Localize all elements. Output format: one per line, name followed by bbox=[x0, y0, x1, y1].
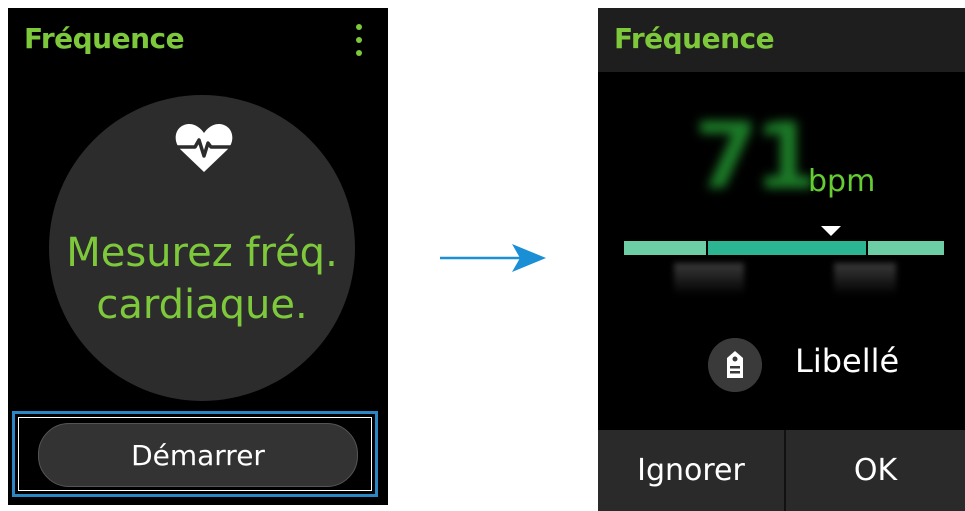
measure-circle: Mesurez fréq. cardiaque. bbox=[49, 95, 355, 401]
scale-segment-normal bbox=[708, 241, 866, 255]
heart-rate-scale bbox=[624, 241, 944, 255]
scale-segment-high bbox=[868, 241, 944, 255]
heart-rate-start-screen: Fréquence Mesurez fréq. cardiaque. Démar… bbox=[8, 8, 388, 505]
prompt-line-2: cardiaque. bbox=[96, 282, 308, 328]
heart-rate-icon bbox=[175, 123, 233, 172]
scale-shadow-right bbox=[834, 263, 896, 295]
scale-segment-low bbox=[624, 241, 706, 255]
scale-pointer-icon bbox=[821, 226, 841, 236]
screen-title: Fréquence bbox=[24, 22, 185, 55]
screen-title: Fréquence bbox=[614, 22, 775, 55]
scale-shadow-left bbox=[674, 263, 744, 295]
bpm-unit: bpm bbox=[808, 164, 876, 199]
right-arrow-icon bbox=[440, 244, 546, 272]
more-options-icon[interactable] bbox=[356, 24, 362, 58]
bpm-value: 71 bbox=[694, 103, 818, 210]
tag-label[interactable]: Libellé bbox=[795, 342, 899, 380]
ok-button[interactable]: OK bbox=[786, 430, 965, 511]
heart-rate-result-screen: Fréquence 71 bpm Libellé Ignorer OK bbox=[598, 8, 965, 511]
ignore-button[interactable]: Ignorer bbox=[598, 430, 784, 511]
tag-icon[interactable] bbox=[708, 338, 762, 392]
prompt-line-1: Mesurez fréq. bbox=[66, 230, 338, 276]
start-button[interactable]: Démarrer bbox=[38, 423, 358, 487]
measure-prompt: Mesurez fréq. cardiaque. bbox=[49, 227, 355, 331]
header-bar: Fréquence bbox=[598, 8, 965, 72]
